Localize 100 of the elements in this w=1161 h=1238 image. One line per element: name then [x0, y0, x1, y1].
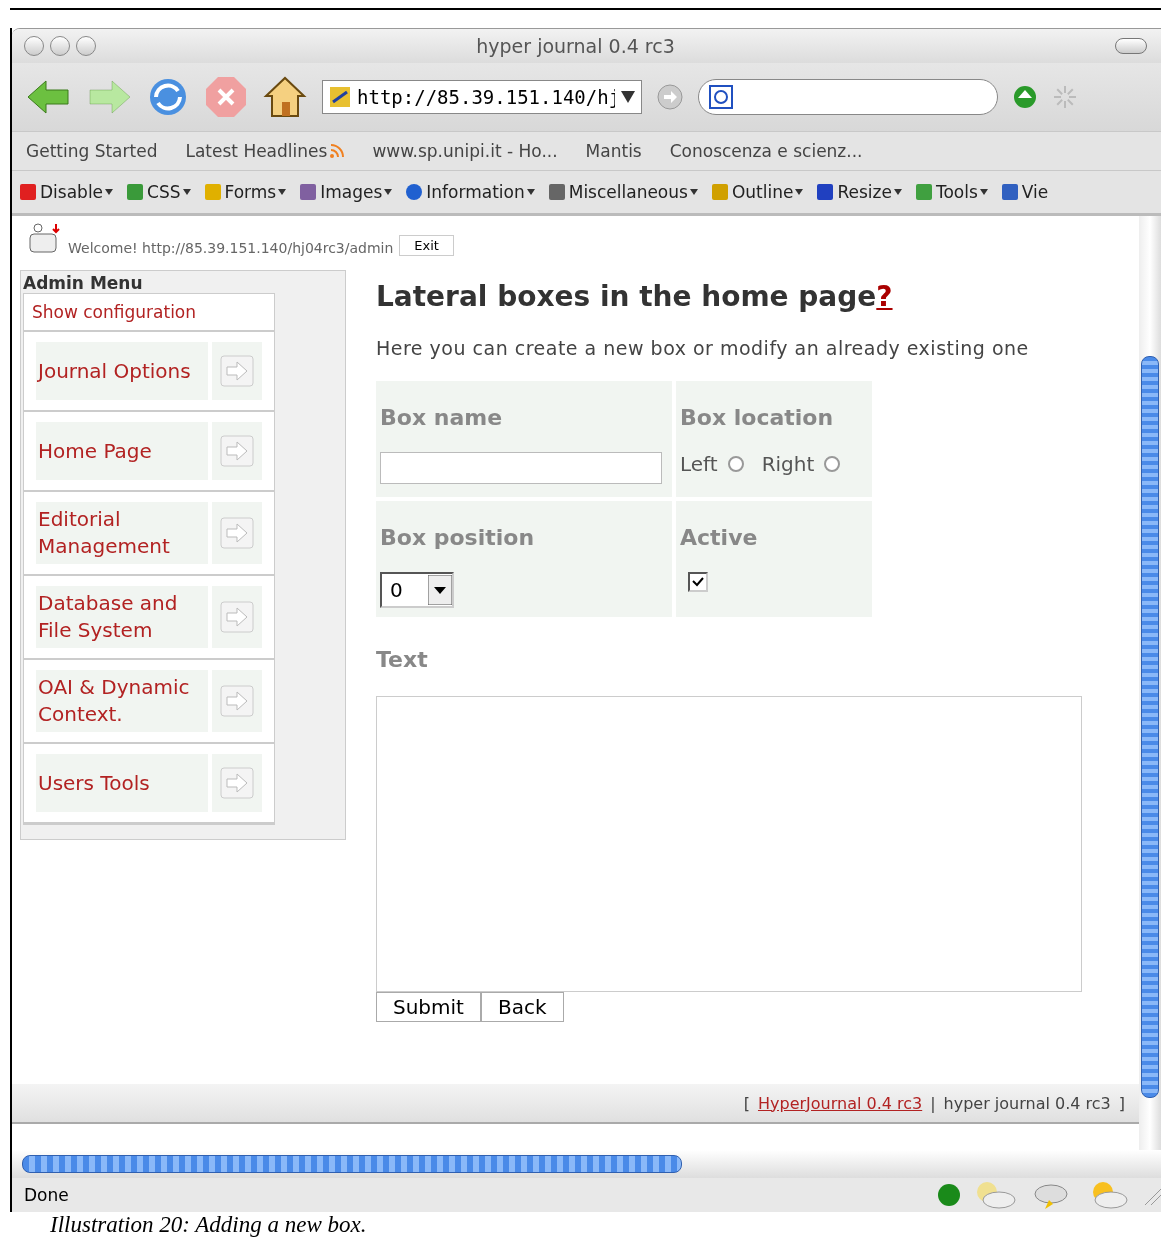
go-icon[interactable] — [656, 83, 684, 111]
field-label: Active — [680, 525, 759, 550]
home-icon[interactable] — [262, 74, 308, 120]
help-link[interactable]: ? — [876, 280, 893, 313]
go-button[interactable] — [212, 754, 262, 812]
go-button[interactable] — [212, 342, 262, 400]
menu-link[interactable]: Users Tools — [36, 754, 208, 812]
caret-icon — [689, 189, 698, 195]
arrow-right-icon — [220, 767, 254, 799]
toolbar-menu[interactable]: Miscellaneous — [540, 182, 704, 202]
exit-button[interactable]: Exit — [399, 235, 454, 256]
menu-link[interactable]: Home Page — [36, 422, 208, 480]
caret-icon — [526, 189, 535, 195]
user-icon — [26, 222, 62, 256]
site-icon — [329, 86, 351, 108]
toolbar-menu[interactable]: Tools — [907, 182, 994, 202]
arrow-right-icon — [220, 435, 254, 467]
go-button[interactable] — [212, 586, 262, 648]
menu-link[interactable]: Show configuration — [24, 294, 274, 332]
page-heading: Lateral boxes in the home page? — [376, 280, 894, 313]
bookmark-link[interactable]: Conoscenza e scienz... — [655, 141, 877, 161]
toolbar-menu[interactable]: CSS — [119, 182, 197, 202]
radio-label: Left — [680, 452, 718, 476]
form-button[interactable]: Back — [480, 992, 564, 1022]
field-label: Box position — [380, 525, 536, 550]
bookmark-link[interactable]: www.sp.unipi.it - Ho... — [358, 141, 572, 161]
bookmark-link[interactable]: Latest Headlines — [171, 141, 359, 161]
arrow-right-icon — [220, 601, 254, 633]
footer-link[interactable]: HyperJournal 0.4 rc3 — [757, 1093, 923, 1113]
toolbar-menu[interactable]: Disable — [12, 182, 120, 202]
status-text: Done — [24, 1185, 70, 1205]
scroll-thumb[interactable] — [1141, 356, 1159, 1098]
toolbar-menu[interactable]: Information — [398, 182, 541, 202]
menu-link[interactable]: Journal Options — [36, 342, 208, 400]
figure-caption: Illustration 20: Adding a new box. — [49, 1212, 368, 1238]
go-button[interactable] — [212, 422, 262, 480]
arrow-right-icon — [220, 517, 254, 549]
caret-icon — [182, 189, 191, 195]
position-select[interactable]: 0 — [380, 572, 454, 608]
resize-icon — [815, 182, 836, 202]
toolbar-menu[interactable]: Vie — [993, 182, 1055, 202]
box-name-field[interactable] — [380, 452, 662, 484]
miscellaneous-icon — [546, 182, 567, 202]
back-button[interactable] — [26, 77, 72, 117]
css-icon — [125, 182, 146, 202]
toolbar-menu[interactable]: Outline — [703, 182, 810, 202]
go-button[interactable] — [212, 502, 262, 564]
horizontal-scrollbar[interactable] — [12, 1150, 1161, 1178]
radio-label: Right — [761, 452, 815, 476]
tools-icon — [913, 182, 934, 202]
caret-icon — [893, 189, 902, 195]
bookmark-link[interactable]: Mantis — [571, 141, 656, 161]
stop-icon[interactable] — [204, 75, 248, 119]
active-checkbox[interactable] — [688, 572, 708, 592]
check-icon — [692, 577, 704, 587]
toolbar-menu[interactable]: Images — [292, 182, 399, 202]
search-engine-icon — [709, 85, 735, 109]
menu-link[interactable]: Database and File System — [36, 586, 208, 648]
arrow-right-icon — [220, 355, 254, 387]
admin-menu-title: Admin Menu — [23, 273, 144, 293]
information-icon — [404, 182, 425, 202]
upload-icon[interactable] — [1012, 84, 1038, 110]
status-dot-icon — [937, 1183, 961, 1207]
vertical-scrollbar[interactable] — [1139, 216, 1161, 1150]
dropdown-icon — [621, 91, 635, 103]
caret-icon — [105, 189, 114, 195]
form-button[interactable]: Submit — [376, 992, 481, 1022]
toolbar-menu[interactable]: Forms — [196, 182, 293, 202]
close-button[interactable] — [24, 36, 44, 56]
search-field[interactable] — [698, 79, 998, 115]
minimize-button[interactable] — [50, 36, 70, 56]
menu-link[interactable]: Editorial Management — [36, 502, 208, 564]
menu-link[interactable]: OAI & Dynamic Context. — [36, 670, 208, 732]
bracket-text: ] — [1118, 1093, 1125, 1113]
intro-text: Here you can create a new box or modify an already existing one — [376, 337, 1030, 359]
toolbar-toggle-button[interactable] — [1115, 38, 1147, 54]
radio-button[interactable] — [727, 456, 744, 472]
scroll-thumb[interactable] — [22, 1155, 682, 1173]
footer-text: hyper journal 0.4 rc3 — [943, 1093, 1111, 1113]
zoom-button[interactable] — [76, 36, 96, 56]
window-title: hyper journal 0.4 rc3 — [475, 35, 676, 57]
field-label: Box name — [380, 405, 504, 430]
outline-icon — [709, 182, 730, 202]
arrow-right-icon — [220, 685, 254, 717]
caret-icon — [384, 189, 393, 195]
toolbar-menu[interactable]: Resize — [809, 182, 908, 202]
caret-icon — [979, 189, 988, 195]
field-label: Text — [376, 647, 429, 672]
welcome-text: Welcome! http://85.39.151.140/hj04rc3/admin — [68, 240, 394, 256]
separator-text: | — [930, 1093, 936, 1113]
radio-button[interactable] — [824, 456, 841, 472]
spinner-icon — [1052, 84, 1078, 110]
bookmark-link[interactable]: Getting Started — [12, 141, 172, 161]
forms-icon — [202, 182, 223, 202]
disable-icon — [18, 182, 38, 202]
caret-icon — [278, 189, 287, 195]
rss-icon — [330, 144, 345, 158]
images-icon — [298, 182, 319, 202]
caret-icon — [795, 189, 804, 195]
go-button[interactable] — [212, 670, 262, 732]
